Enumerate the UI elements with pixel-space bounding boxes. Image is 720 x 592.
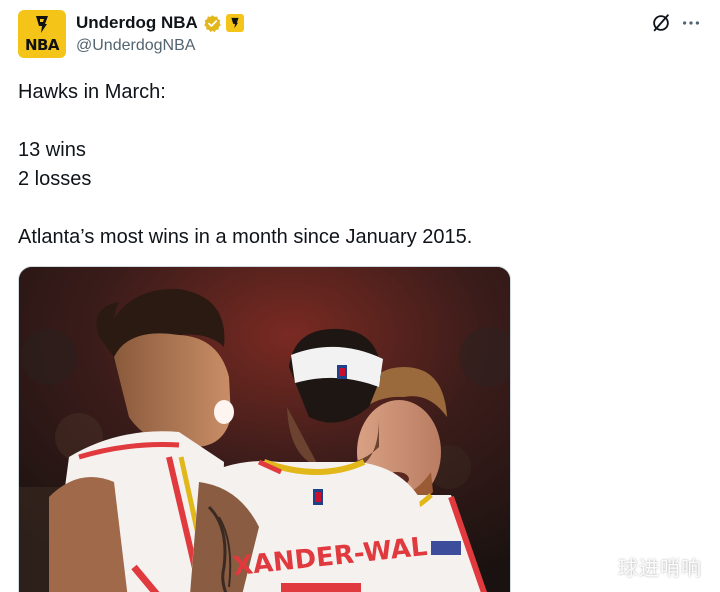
underdog-logo-icon xyxy=(36,16,48,33)
tweet-line: Hawks in March: xyxy=(18,81,166,103)
account-names: Underdog NBA @UnderdogNBA xyxy=(76,12,244,55)
hawks-players-photo: XANDER-WAL xyxy=(19,267,510,592)
tweet-header: NBA Underdog NBA @UnderdogNBA xyxy=(18,10,708,60)
name-row: Underdog NBA xyxy=(76,12,244,34)
verified-badge-icon[interactable] xyxy=(203,14,222,33)
account-handle[interactable]: @UnderdogNBA xyxy=(76,37,244,55)
tweet-line: Atlanta’s most wins in a month since Jan… xyxy=(18,226,473,248)
watermark-text: 球进哨响 xyxy=(618,556,702,580)
more-icon[interactable] xyxy=(680,12,702,34)
tweet-text: Hawks in March: 13 wins 2 losses Atlanta… xyxy=(18,78,472,252)
display-name[interactable]: Underdog NBA xyxy=(76,13,198,33)
tweet-line: 2 losses xyxy=(18,168,92,190)
tweet-line: 13 wins xyxy=(18,139,86,161)
avatar-text: NBA xyxy=(24,36,60,54)
grok-icon[interactable] xyxy=(650,12,672,34)
underdog-affiliate-icon[interactable] xyxy=(225,14,244,32)
tweet-photo[interactable]: XANDER-WAL xyxy=(18,266,511,592)
tweet-line xyxy=(18,194,472,223)
account-avatar[interactable]: NBA xyxy=(18,10,66,58)
tweet-line xyxy=(18,107,472,136)
